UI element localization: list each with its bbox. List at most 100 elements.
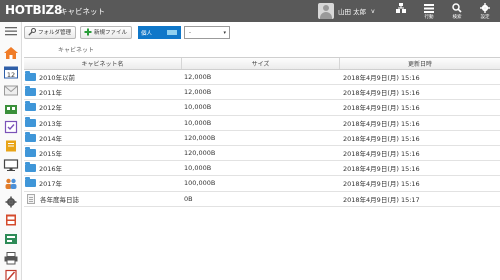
folder-icon: [25, 71, 36, 82]
cell-name[interactable]: 2011年: [24, 86, 182, 97]
facility-icon[interactable]: [3, 102, 19, 116]
folder-icon: [25, 116, 36, 127]
folder-manage-button[interactable]: フォルダ管理: [24, 25, 77, 39]
plus-icon: [84, 28, 92, 36]
cell-size: 100,000B: [184, 179, 216, 188]
scope-select-value: -: [189, 29, 192, 36]
chevron-down-icon[interactable]: v: [371, 8, 375, 15]
org-button[interactable]: [390, 2, 412, 21]
workflow-icon[interactable]: [3, 232, 19, 246]
folder-icon: [25, 147, 36, 158]
app-launcher-rail: 12: [0, 22, 22, 280]
activity-button-label: 行動: [424, 15, 434, 20]
table-row[interactable]: 2011年 12,000B 2018年4月9日(月) 15:16: [24, 85, 500, 101]
column-header-name[interactable]: キャビネット名: [24, 58, 182, 69]
cabinet-name-link[interactable]: 2013年: [39, 118, 62, 128]
document-icon: [27, 193, 35, 204]
table-row[interactable]: 2013年 10,000B 2018年4月9日(月) 15:16: [24, 116, 500, 131]
cell-updated: 2018年4月9日(月) 15:16: [343, 180, 420, 189]
cell-name[interactable]: 2012年: [24, 101, 182, 112]
app-logo[interactable]: HOTBIZ8: [5, 3, 62, 17]
cell-updated: 2018年4月9日(月) 15:16: [343, 150, 420, 159]
cell-name[interactable]: 2010年以前: [24, 71, 182, 82]
user-name[interactable]: 山田 太郎: [338, 6, 366, 16]
monitor-icon[interactable]: [3, 158, 19, 172]
app-header: HOTBIZ8 キャビネット 山田 太郎 v 行動 検索 設定: [0, 0, 500, 22]
search-button-label: 検索: [452, 15, 462, 20]
table-row[interactable]: 各年度毎日誌 0B 2018年4月9日(月) 15:17: [24, 192, 500, 207]
scope-select[interactable]: - ▾: [184, 25, 231, 39]
cabinet-name-link[interactable]: 各年度毎日誌: [40, 194, 79, 204]
notebook-icon[interactable]: [3, 139, 19, 153]
cabinet-toolbar: フォルダ管理 新規ファイル 個人 - ▾: [24, 25, 231, 39]
folder-icon: [25, 162, 36, 173]
cell-updated: 2018年4月9日(月) 15:16: [343, 134, 420, 143]
menu-icon[interactable]: [3, 24, 19, 38]
table-row[interactable]: 2010年以前 12,000B 2018年4月9日(月) 15:16: [24, 70, 500, 86]
cell-size: 10,000B: [184, 103, 212, 112]
table-row[interactable]: 2014年 120,000B 2018年4月9日(月) 15:16: [24, 131, 500, 146]
folder-icon: [25, 131, 36, 142]
table-row[interactable]: 2016年 10,000B 2018年4月9日(月) 15:16: [24, 161, 500, 177]
column-header-size[interactable]: サイズ: [182, 58, 340, 69]
cell-name[interactable]: 各年度毎日誌: [24, 193, 182, 204]
cabinet-table: キャビネット名 サイズ 更新日時 2010年以前 12,000B 2018年4月9日…: [24, 57, 500, 207]
cell-size: 10,000B: [184, 164, 212, 173]
report-icon[interactable]: [3, 269, 19, 280]
cell-size: 12,000B: [184, 73, 212, 82]
cell-size: 120,000B: [184, 149, 216, 158]
gear-icon: [480, 3, 490, 13]
cabinet-name-link[interactable]: 2014年: [39, 133, 62, 143]
cell-size: 120,000B: [184, 133, 216, 142]
table-row[interactable]: 2015年 120,000B 2018年4月9日(月) 15:16: [24, 146, 500, 162]
cell-name[interactable]: 2014年: [24, 131, 182, 143]
cell-size: 12,000B: [184, 88, 212, 97]
activity-icon: [424, 4, 434, 13]
user-menu[interactable]: 山田 太郎 v: [318, 2, 375, 20]
search-icon: [452, 3, 462, 13]
cell-updated: 2018年4月9日(月) 15:16: [343, 119, 420, 128]
cabinet-name-link[interactable]: 2010年以前: [39, 72, 75, 82]
cell-size: 10,000B: [184, 118, 212, 127]
column-header-updated[interactable]: 更新日時: [340, 58, 500, 69]
settings-button-label: 設定: [480, 15, 490, 20]
cell-name[interactable]: 2013年: [24, 116, 182, 128]
calendar-icon[interactable]: 12: [3, 65, 19, 79]
cabinet-name-link[interactable]: 2011年: [39, 87, 62, 97]
people-icon[interactable]: [3, 176, 19, 190]
wrench-icon: [28, 28, 36, 36]
mail-icon[interactable]: [3, 83, 19, 97]
scope-toggle[interactable]: 個人: [138, 25, 182, 39]
folder-icon: [25, 177, 36, 188]
cell-updated: 2018年4月9日(月) 15:16: [343, 89, 420, 98]
breadcrumb[interactable]: キャビネット: [58, 45, 94, 54]
cell-name[interactable]: 2015年: [24, 147, 182, 158]
cell-updated: 2018年4月9日(月) 15:16: [343, 165, 420, 174]
avatar[interactable]: [318, 3, 334, 19]
folder-icon: [25, 101, 36, 112]
activity-button[interactable]: 行動: [418, 2, 440, 21]
cell-name[interactable]: 2016年: [24, 162, 182, 173]
table-row[interactable]: 2017年 100,000B 2018年4月9日(月) 15:16: [24, 176, 500, 192]
cell-updated: 2018年4月9日(月) 15:16: [343, 104, 420, 113]
home-icon[interactable]: [3, 46, 19, 60]
folder-manage-label: フォルダ管理: [38, 30, 72, 36]
cell-name[interactable]: 2017年: [24, 177, 182, 188]
cabinet-name-link[interactable]: 2012年: [39, 102, 62, 112]
table-row[interactable]: 2012年 10,000B 2018年4月9日(月) 15:16: [24, 100, 500, 116]
cabinet-name-link[interactable]: 2016年: [39, 163, 62, 173]
cabinet-name-link[interactable]: 2017年: [39, 178, 62, 188]
search-button[interactable]: 検索: [446, 2, 468, 21]
cell-size: 0B: [184, 194, 193, 203]
printer-icon[interactable]: [3, 251, 19, 265]
page-title: キャビネット: [60, 7, 105, 16]
settings-button[interactable]: 設定: [474, 2, 496, 21]
cell-updated: 2018年4月9日(月) 15:16: [343, 74, 420, 83]
todo-icon[interactable]: [3, 120, 19, 134]
settings-gear-icon[interactable]: [3, 195, 19, 209]
cabinet-icon[interactable]: [3, 213, 19, 227]
dropdown-caret-icon: ▾: [223, 29, 227, 36]
new-file-button[interactable]: 新規ファイル: [80, 25, 133, 39]
cabinet-name-link[interactable]: 2015年: [39, 148, 62, 158]
org-chart-icon: [396, 3, 406, 13]
